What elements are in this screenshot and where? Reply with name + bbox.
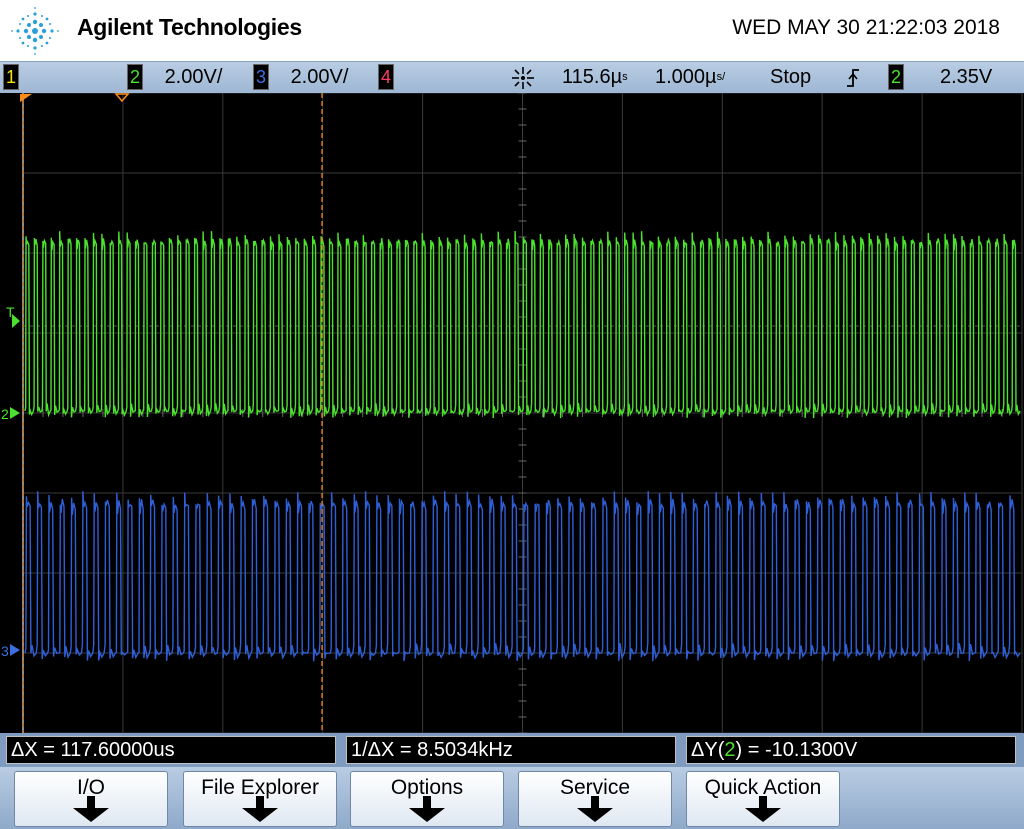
time-delay-value: 115.6µ: [562, 66, 623, 88]
channel-3-badge: 3: [253, 64, 269, 90]
channel-4-indicator[interactable]: 4: [378, 64, 394, 90]
run-state[interactable]: Stop: [770, 66, 811, 88]
softkey-io[interactable]: I/O: [14, 771, 168, 827]
measurement-bar: ΔX = 117.60000us 1/ΔX = 8.5034kHz ΔY(2) …: [0, 733, 1024, 767]
trigger-level-marker[interactable]: T: [6, 304, 20, 328]
time-delay-unit: s: [622, 71, 628, 83]
trigger-source-badge: 2: [888, 64, 904, 90]
arrow-down-icon: [73, 796, 109, 822]
time-delay[interactable]: 115.6µs: [562, 66, 628, 88]
arrow-down-icon: [242, 796, 278, 822]
channel-2-indicator[interactable]: 2 2.00V/: [127, 64, 223, 90]
channel-2-badge: 2: [127, 64, 143, 90]
channel-3-marker-label: 3: [1, 643, 9, 659]
channel-3-scale: 2.00V/: [290, 66, 349, 89]
channel-2-scale: 2.00V/: [164, 66, 223, 89]
time-scale-value: 1.000µ: [655, 66, 717, 88]
channel-1-badge: 1: [3, 64, 19, 90]
graticule-and-traces: T 2 3: [1, 93, 1023, 733]
time-scale[interactable]: 1.000µs/: [655, 66, 725, 88]
softkey-quick-action[interactable]: Quick Action: [686, 771, 840, 827]
delta-y-value: ) = -10.1300V: [735, 739, 858, 761]
trigger-position-marker: [114, 93, 130, 103]
channel-2-marker-label: 2: [1, 406, 9, 422]
softkey-service[interactable]: Service: [518, 771, 672, 827]
delta-y-readout: ΔY(2) = -10.1300V: [686, 736, 1016, 764]
inverse-delta-x-readout: 1/ΔX = 8.5034kHz: [346, 736, 676, 764]
time-scale-unit: s/: [716, 71, 726, 83]
softkey-file-explorer[interactable]: File Explorer: [183, 771, 337, 827]
softkey-options[interactable]: Options: [350, 771, 504, 827]
channel-3-indicator[interactable]: 3 2.00V/: [253, 64, 349, 90]
trigger-level[interactable]: 2.35V: [940, 66, 992, 88]
delta-x-readout: ΔX = 117.60000us: [6, 736, 336, 764]
date-time: WED MAY 30 21:22:03 2018: [732, 16, 1000, 39]
rising-edge-icon: [845, 67, 861, 94]
arrow-down-icon: [577, 796, 613, 822]
trigger-source[interactable]: 2: [888, 64, 904, 90]
brand-name: Agilent Technologies: [77, 14, 302, 40]
status-bar: 1 2 2.00V/ 3 2.00V/ 4 115.6µs 1.000µs/ S…: [0, 61, 1024, 94]
delay-icon: [510, 65, 536, 96]
channel-1-indicator[interactable]: 1: [3, 64, 19, 90]
softkey-bar: I/O File Explorer Options Service Quick …: [0, 767, 1024, 829]
arrow-down-icon: [409, 796, 445, 822]
delta-y-channel: 2: [724, 739, 736, 761]
channel-2-ground-marker[interactable]: 2: [1, 406, 20, 422]
arrow-down-icon: [745, 796, 781, 822]
header: Agilent Technologies WED MAY 30 21:22:03…: [0, 0, 1024, 60]
delta-y-prefix: ΔY(: [691, 739, 725, 761]
agilent-spark-icon: [11, 7, 59, 55]
waveform-display[interactable]: T 2 3: [0, 93, 1024, 733]
channel-4-badge: 4: [378, 64, 394, 90]
cursor-x1-marker[interactable]: [20, 94, 32, 102]
channel-3-ground-marker[interactable]: 3: [1, 643, 20, 659]
